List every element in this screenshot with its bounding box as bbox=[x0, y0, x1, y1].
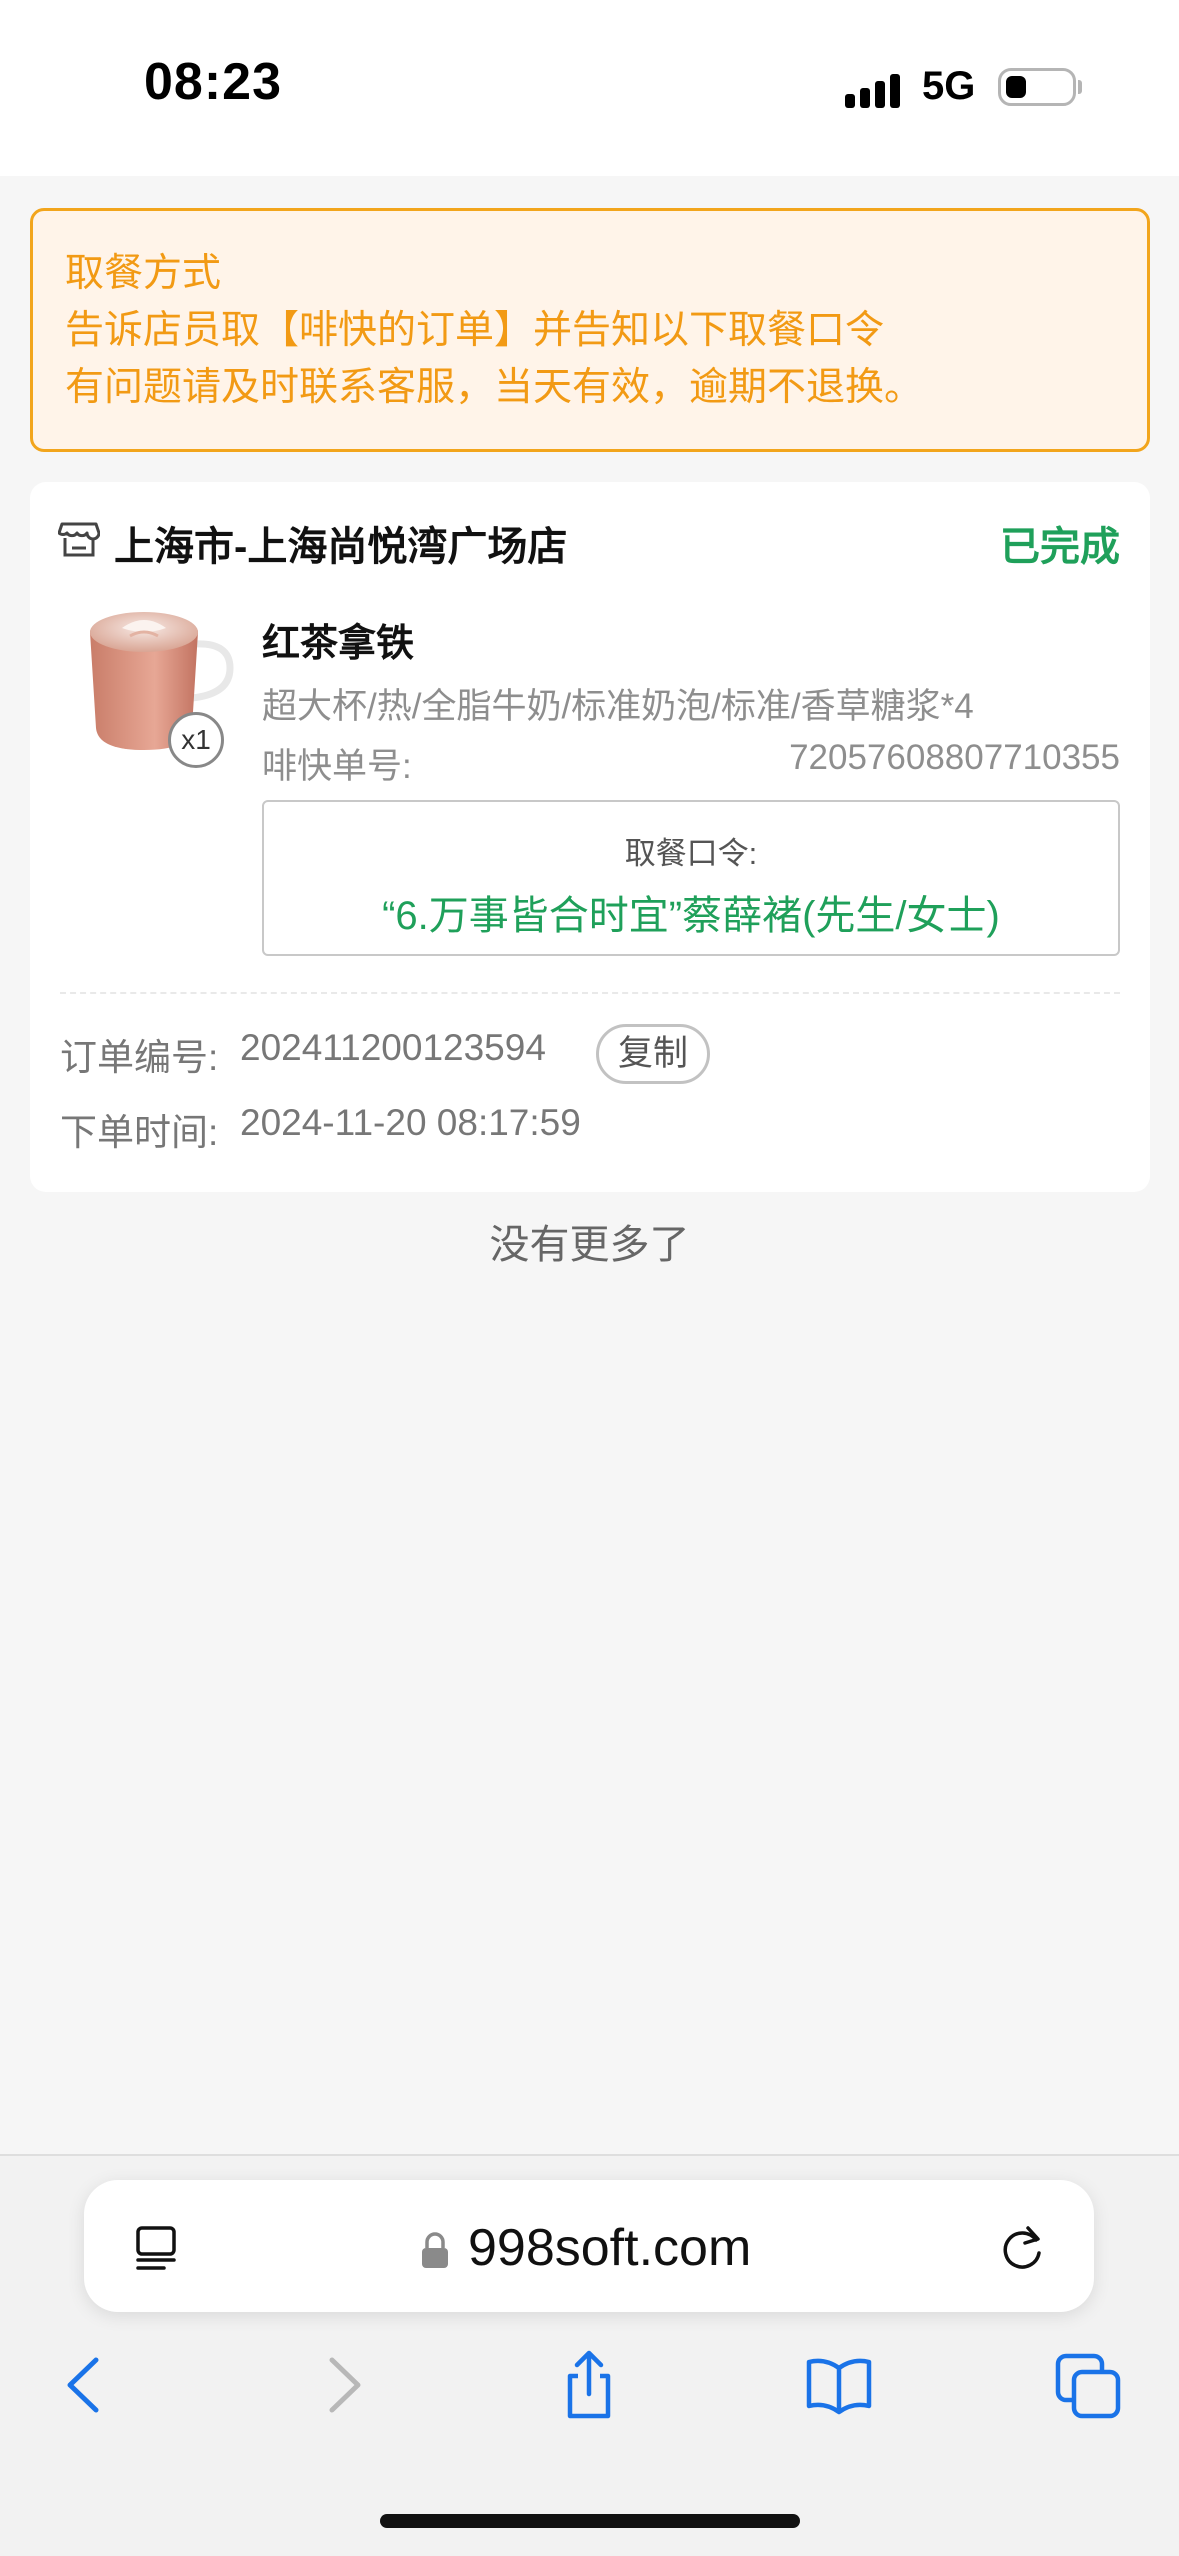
pickup-code-title: 取餐口令: bbox=[624, 836, 758, 871]
battery-icon bbox=[998, 68, 1076, 106]
notice-title: 取餐方式 bbox=[65, 252, 222, 295]
status-bar: 08:23 5G bbox=[0, 0, 1179, 176]
cellular-signal-icon bbox=[845, 70, 905, 108]
browser-bottom-bar: 998soft.com bbox=[0, 2154, 1179, 2556]
product-name: 红茶拿铁 bbox=[262, 623, 415, 665]
network-type: 5G bbox=[922, 64, 976, 108]
tabs-icon[interactable] bbox=[1054, 2350, 1124, 2420]
divider bbox=[60, 992, 1120, 994]
order-status: 已完成 bbox=[1000, 525, 1120, 569]
notice-line-1: 告诉店员取【啡快的订单】并告知以下取餐口令 bbox=[65, 309, 885, 352]
quantity-badge: x1 bbox=[168, 712, 224, 768]
store-name: 上海市-上海尚悦湾广场店 bbox=[114, 525, 568, 569]
latte-cup-image bbox=[90, 612, 234, 750]
back-icon[interactable] bbox=[52, 2350, 122, 2420]
forward-icon[interactable] bbox=[306, 2350, 376, 2420]
order-number-label: 订单编号: bbox=[60, 1037, 219, 1078]
order-card[interactable]: 上海市-上海尚悦湾广场店 已完成 x1 红茶拿铁 超大杯/热/全脂牛奶/标准奶泡… bbox=[30, 482, 1150, 1192]
home-indicator bbox=[380, 2514, 800, 2528]
product-spec: 超大杯/热/全脂牛奶/标准奶泡/标准/香草糖浆*4 bbox=[262, 687, 974, 726]
order-time: 2024-11-20 08:17:59 bbox=[240, 1102, 581, 1143]
order-time-label: 下单时间: bbox=[60, 1112, 219, 1153]
battery-tip bbox=[1078, 80, 1082, 94]
pickup-code: “6.万事皆合时宜”蔡薛褚(先生/女士) bbox=[382, 894, 1000, 938]
list-end-text: 没有更多了 bbox=[489, 1223, 690, 1267]
fast-order-number: 72057608807710355 bbox=[789, 738, 1120, 777]
address-bar[interactable]: 998soft.com bbox=[84, 2180, 1094, 2312]
pickup-notice: 取餐方式 告诉店员取【啡快的订单】并告知以下取餐口令 有问题请及时联系客服，当天… bbox=[30, 208, 1150, 452]
fast-order-number-label: 啡快单号: bbox=[262, 747, 412, 786]
store-icon bbox=[58, 522, 100, 557]
copy-button[interactable]: 复制 bbox=[596, 1024, 710, 1084]
notice-line-2: 有问题请及时联系客服，当天有效，逾期不退换。 bbox=[65, 366, 924, 409]
reload-icon[interactable] bbox=[996, 2222, 1048, 2274]
bookmarks-icon[interactable] bbox=[804, 2350, 874, 2420]
reader-icon[interactable] bbox=[132, 2224, 180, 2272]
url-text[interactable]: 998soft.com bbox=[468, 2218, 751, 2278]
status-time: 08:23 bbox=[144, 53, 282, 111]
share-icon[interactable] bbox=[554, 2350, 624, 2420]
order-number: 202411200123594 bbox=[240, 1027, 546, 1068]
lock-icon bbox=[422, 2232, 448, 2268]
pickup-code-box: 取餐口令: “6.万事皆合时宜”蔡薛褚(先生/女士) bbox=[262, 800, 1120, 956]
